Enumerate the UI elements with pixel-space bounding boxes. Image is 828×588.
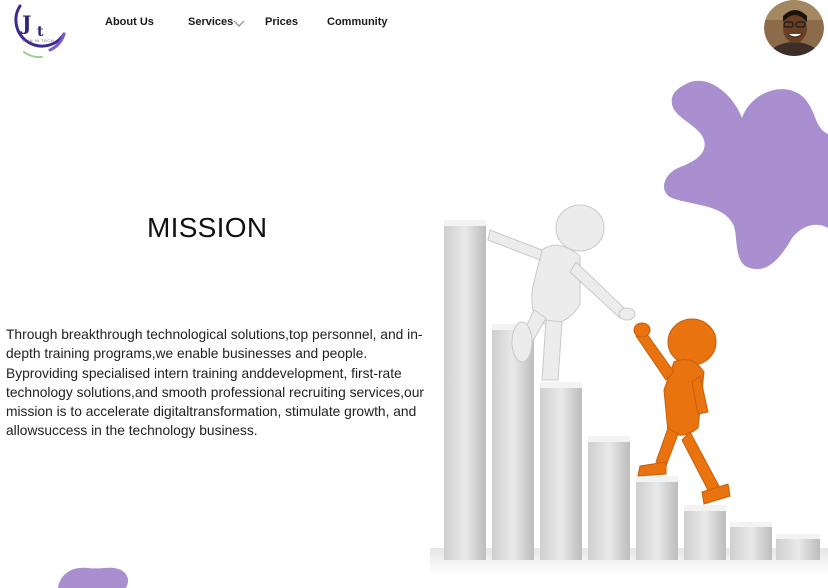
- avatar[interactable]: [764, 0, 824, 56]
- nav-prices[interactable]: Prices: [265, 16, 298, 28]
- main-nav: About Us Services Prices Community: [0, 16, 828, 30]
- brand-logo[interactable]: J t JOIN IN TECH: [6, 0, 70, 62]
- chevron-down-icon[interactable]: [233, 20, 245, 28]
- nav-about-us[interactable]: About Us: [105, 16, 154, 28]
- mission-paragraph: Through breakthrough technological solut…: [6, 327, 424, 439]
- purple-blob-decoration-bottom: [58, 567, 128, 588]
- nav-services[interactable]: Services: [188, 16, 233, 28]
- logo-mark: J t: [14, 4, 66, 59]
- mission-heading: MISSION: [147, 212, 268, 243]
- nav-community[interactable]: Community: [327, 16, 388, 28]
- teamwork-staircase-illustration: [430, 204, 828, 576]
- logo-tagline: JOIN IN TECH: [21, 38, 55, 43]
- user-avatar-image: [764, 0, 824, 56]
